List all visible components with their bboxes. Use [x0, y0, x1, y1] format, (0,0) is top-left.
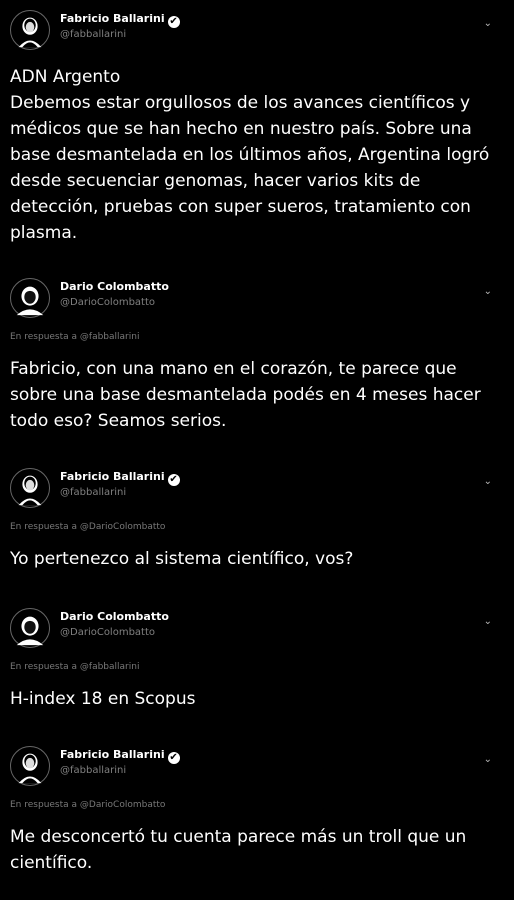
username-handle[interactable]: @fabballarini: [60, 765, 126, 776]
chevron-down-icon[interactable]: ⌄: [484, 18, 492, 29]
tweet-header: Fabricio Ballarini ✔ @fabballarini ⌄: [0, 744, 514, 788]
avatar-image: [11, 279, 49, 317]
username-handle[interactable]: @DarioColombatto: [60, 627, 155, 638]
avatar-image: [11, 747, 49, 785]
chevron-down-icon[interactable]: ⌄: [484, 754, 492, 765]
tweet-header: Dario Colombatto @DarioColombatto ⌄: [0, 276, 514, 320]
username-handle[interactable]: @fabballarini: [60, 29, 126, 40]
tweet-text: ADN Argento Debemos estar orgullosos de …: [10, 67, 490, 243]
tweet-text: H-index 18 en Scopus: [10, 689, 196, 709]
avatar[interactable]: [10, 468, 50, 508]
verified-badge-icon: ✔: [167, 474, 180, 486]
display-name-text: Fabricio Ballarini: [60, 748, 165, 761]
tweet-text: Yo pertenezco al sistema científico, vos…: [10, 549, 354, 569]
tweet[interactable]: Fabricio Ballarini ✔ @fabballarini ⌄ ADN …: [0, 8, 514, 248]
display-name[interactable]: Dario Colombatto: [60, 610, 169, 623]
display-name-text: Dario Colombatto: [60, 610, 169, 623]
display-name[interactable]: Fabricio Ballarini ✔: [60, 12, 180, 28]
tweet[interactable]: Fabricio Ballarini ✔ @fabballarini ⌄ En r…: [0, 466, 514, 576]
avatar-image: [11, 609, 49, 647]
username-handle[interactable]: @DarioColombatto: [60, 297, 155, 308]
display-name[interactable]: Dario Colombatto: [60, 280, 169, 293]
reply-context[interactable]: En respuesta a @DarioColombatto: [10, 522, 165, 532]
tweet-text: Me desconcertó tu cuenta parece más un t…: [10, 827, 472, 873]
display-name-text: Fabricio Ballarini: [60, 12, 165, 25]
chevron-down-icon[interactable]: ⌄: [484, 616, 492, 627]
tweet-header: Fabricio Ballarini ✔ @fabballarini ⌄: [0, 466, 514, 510]
chevron-down-icon[interactable]: ⌄: [484, 476, 492, 487]
chevron-down-icon[interactable]: ⌄: [484, 286, 492, 297]
reply-context[interactable]: En respuesta a @DarioColombatto: [10, 800, 165, 810]
tweet-header: Fabricio Ballarini ✔ @fabballarini ⌄: [0, 8, 514, 52]
tweet[interactable]: Dario Colombatto @DarioColombatto ⌄ En r…: [0, 606, 514, 716]
avatar[interactable]: [10, 10, 50, 50]
username-handle[interactable]: @fabballarini: [60, 487, 126, 498]
display-name-text: Fabricio Ballarini: [60, 470, 165, 483]
avatar[interactable]: [10, 746, 50, 786]
verified-badge-icon: ✔: [167, 16, 180, 28]
avatar-image: [11, 11, 49, 49]
display-name[interactable]: Fabricio Ballarini ✔: [60, 748, 180, 764]
avatar[interactable]: [10, 608, 50, 648]
avatar[interactable]: [10, 278, 50, 318]
tweet[interactable]: Fabricio Ballarini ✔ @fabballarini ⌄ En r…: [0, 744, 514, 894]
tweet[interactable]: Dario Colombatto @DarioColombatto ⌄ En r…: [0, 276, 514, 446]
tweet-header: Dario Colombatto @DarioColombatto ⌄: [0, 606, 514, 650]
tweet-text: Fabricio, con una mano en el corazón, te…: [10, 359, 487, 431]
verified-badge-icon: ✔: [167, 752, 180, 764]
reply-context[interactable]: En respuesta a @fabballarini: [10, 662, 139, 672]
display-name-text: Dario Colombatto: [60, 280, 169, 293]
display-name[interactable]: Fabricio Ballarini ✔: [60, 470, 180, 486]
reply-context[interactable]: En respuesta a @fabballarini: [10, 332, 139, 342]
avatar-image: [11, 469, 49, 507]
